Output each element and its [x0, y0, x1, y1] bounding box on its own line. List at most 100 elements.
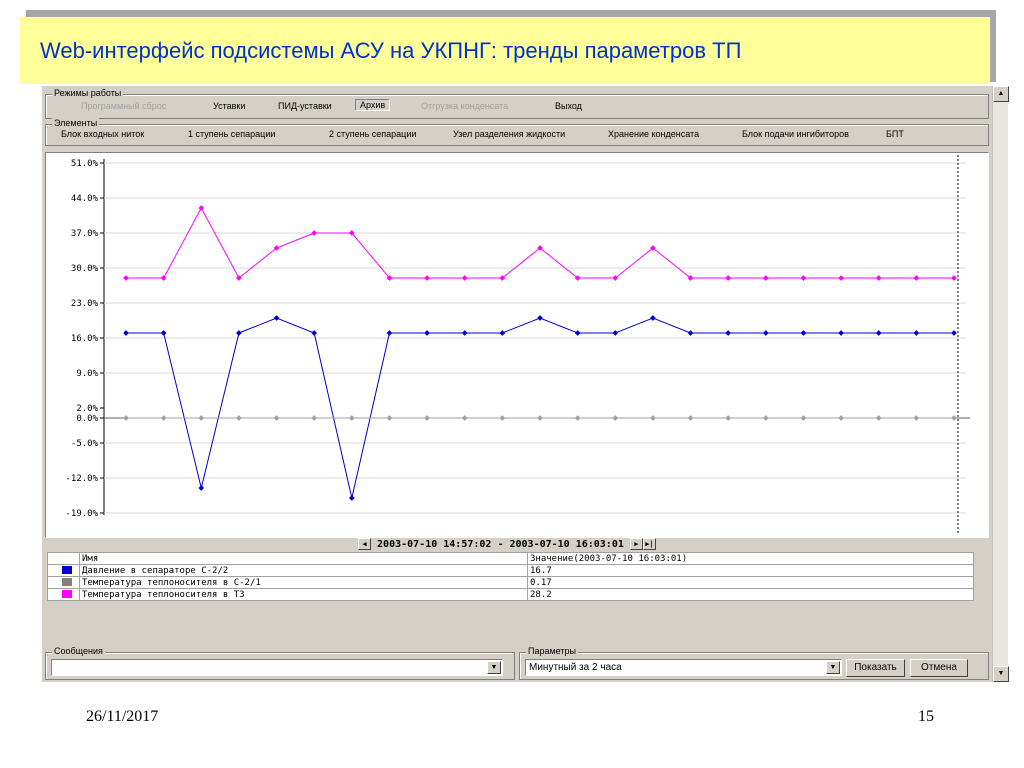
data-point — [348, 495, 355, 501]
data-point — [499, 415, 506, 421]
data-point — [537, 415, 543, 421]
slide-page-number: 15 — [918, 708, 934, 725]
chevron-down-icon[interactable]: ▼ — [826, 661, 840, 674]
element-separation-1[interactable]: 1 ступень сепарации — [188, 129, 275, 139]
data-point — [499, 330, 506, 336]
parameters-group-label: Параметры — [526, 646, 578, 656]
legend-value: 28.2 — [527, 588, 974, 601]
data-point — [424, 415, 430, 421]
arrow-right-icon[interactable]: ▶ — [629, 538, 643, 550]
element-condensate-storage[interactable]: Хранение конденсата — [608, 129, 699, 139]
modes-group-label: Режимы работы — [52, 88, 124, 98]
legend-row[interactable]: Давление в сепараторе С-2/2 16.7 — [47, 564, 974, 577]
cancel-button[interactable]: Отмена — [910, 659, 968, 677]
messages-group: Сообщения ▼ — [45, 646, 515, 680]
y-tick-label: 37.0% — [71, 229, 99, 239]
data-point — [951, 330, 957, 336]
data-point — [762, 415, 769, 421]
mode-exit[interactable]: Выход — [555, 101, 582, 111]
element-inhibitor-supply[interactable]: Блок подачи ингибиторов — [742, 129, 849, 139]
y-tick-label: 44.0% — [71, 194, 99, 204]
chevron-down-icon[interactable]: ▼ — [487, 661, 501, 674]
series-line — [126, 317, 954, 499]
show-button[interactable]: Показать — [846, 659, 905, 677]
mode-archive-button[interactable]: Архив — [355, 99, 391, 111]
data-point — [687, 330, 694, 336]
mode-condensate-shipment[interactable]: Отгрузка конденсата — [421, 101, 508, 111]
data-point — [123, 415, 129, 421]
data-point — [725, 275, 732, 281]
legend-value: 0.17 — [527, 576, 974, 589]
messages-group-label: Сообщения — [52, 646, 105, 656]
elements-group-label: Элементы — [52, 118, 100, 128]
data-point — [386, 330, 393, 336]
data-point — [123, 330, 129, 336]
element-separation-2[interactable]: 2 ступень сепарации — [329, 129, 416, 139]
legend-name: Температура теплоносителя в С-2/1 — [79, 576, 528, 589]
parameters-group: Параметры Минутный за 2 часа ▼ Показать … — [519, 646, 989, 680]
data-point — [951, 275, 957, 281]
legend-row[interactable]: Температура теплоносителя в Т3 28.2 — [47, 588, 974, 601]
data-point — [574, 415, 581, 421]
y-tick-label: -19.0% — [65, 509, 98, 519]
data-point — [198, 205, 205, 211]
legend-header-value: Значение(2003-07-10 16:03:01) — [527, 552, 974, 565]
element-inlet-lines[interactable]: Блок входных ниток — [61, 129, 144, 139]
modes-group: Режимы работы Программный сброс Уставки … — [45, 88, 989, 119]
legend-color-swatch — [62, 566, 72, 574]
mode-setpoints[interactable]: Уставки — [213, 101, 245, 111]
mode-pid-setpoints[interactable]: ПИД-уставки — [278, 101, 332, 111]
data-point — [875, 330, 882, 336]
data-point — [311, 230, 318, 236]
legend-name: Температура теплоносителя в Т3 — [79, 588, 528, 601]
legend-value: 16.7 — [527, 564, 974, 577]
legend-name: Давление в сепараторе С-2/2 — [79, 564, 528, 577]
legend-color-swatch — [62, 578, 72, 586]
data-point — [725, 415, 732, 421]
data-point — [951, 415, 957, 421]
data-point — [800, 275, 807, 281]
element-liquid-separation[interactable]: Узел разделения жидкости — [453, 129, 565, 139]
scroll-down-icon[interactable]: ▼ — [993, 666, 1009, 682]
data-point — [612, 330, 619, 336]
parameters-select[interactable]: Минутный за 2 часа ▼ — [525, 659, 842, 676]
time-navigation: ◀ 2003-07-10 14:57:02 - 2003-07-10 16:03… — [358, 538, 656, 552]
legend-row[interactable]: Температура теплоносителя в С-2/1 0.17 — [47, 576, 974, 589]
mode-program-reset[interactable]: Программный сброс — [81, 101, 166, 111]
data-point — [461, 330, 468, 336]
data-point — [311, 415, 318, 421]
data-point — [574, 330, 581, 336]
data-point — [838, 415, 844, 421]
data-point — [160, 330, 167, 336]
data-point — [838, 275, 844, 281]
data-point — [913, 415, 920, 421]
data-point — [273, 415, 280, 421]
data-point — [123, 275, 129, 281]
trend-chart-svg: 51.0% 44.0% 37.0% 30.0% 23.0% 16.0% 9.0% 2.0%0.… — [65, 155, 970, 533]
data-point — [273, 315, 280, 321]
arrow-end-icon[interactable]: ▶| — [642, 538, 656, 550]
parameters-selected: Минутный за 2 часа — [529, 662, 622, 673]
time-range-label: 2003-07-10 14:57:02 - 2003-07-10 16:03:0… — [377, 539, 624, 550]
trend-chart: 51.0% 44.0% 37.0% 30.0% 23.0% 16.0% 9.0% 2.0% 0.… — [45, 152, 989, 538]
elements-group: Элементы Блок входных ниток 1 ступень се… — [45, 118, 989, 146]
legend-table: Имя Значение(2003-07-10 16:03:01) Давлен… — [47, 552, 974, 601]
arrow-left-icon[interactable]: ◀ — [358, 538, 371, 550]
data-point — [311, 330, 318, 336]
legend-color-swatch — [62, 590, 72, 598]
data-point — [650, 415, 656, 421]
data-point — [913, 330, 920, 336]
data-point — [236, 330, 242, 336]
messages-select[interactable]: ▼ — [51, 659, 503, 676]
data-point — [650, 315, 656, 321]
element-bpt[interactable]: БПТ — [886, 129, 904, 139]
data-point — [913, 275, 920, 281]
y-tick-label: 23.0% — [71, 299, 99, 309]
data-point — [348, 415, 355, 421]
data-point — [198, 415, 205, 421]
scroll-up-icon[interactable]: ▲ — [993, 86, 1009, 102]
y-tick-label: 51.0% — [71, 159, 99, 169]
data-point — [461, 415, 468, 421]
vertical-scrollbar[interactable]: ▲ ▼ — [992, 86, 1009, 682]
data-point — [725, 330, 732, 336]
